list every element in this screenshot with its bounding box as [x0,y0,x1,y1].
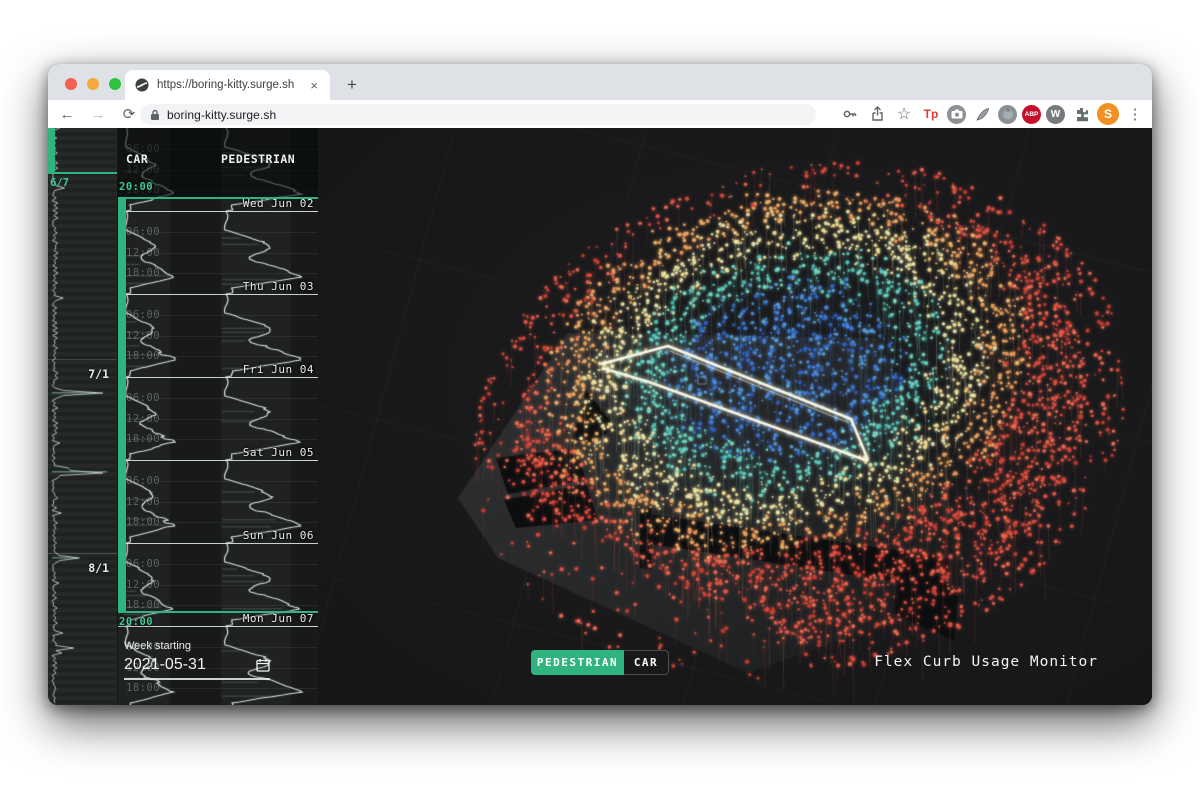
window-minimize-button[interactable] [87,78,99,90]
lock-icon [150,109,160,121]
new-tab-button[interactable]: + [340,73,364,97]
month-label: 8/1 [88,561,109,575]
day-separator-line [118,211,318,212]
marker-time-top: 20:00 [119,181,153,193]
window-zoom-button[interactable] [109,78,121,90]
mode-toggle: PEDESTRIAN CAR [531,650,669,675]
sidebar-now-line [48,172,117,174]
sidebar-sparkline [48,128,118,705]
ext-tp-icon[interactable]: Tp [920,103,942,125]
viewport-indicator[interactable] [48,128,55,172]
month-separator [48,359,117,360]
browser-window: https://boring-kitty.surge.sh × + ← → ⟳ … [48,64,1152,705]
tab-strip: https://boring-kitty.surge.sh × + [48,64,1152,100]
marker-line-top [118,197,318,199]
day-label: Sat Jun 05 [243,446,314,459]
pedestrian-column-header: PEDESTRIAN [221,152,295,166]
timeline-sidebar[interactable]: 6/7 7/1 8/1 [48,128,118,705]
day-label: Mon Jun 07 [243,612,314,625]
pointcloud-canvas[interactable] [318,128,1152,705]
reload-button[interactable]: ⟳ [117,105,141,123]
extensions-puzzle-icon[interactable] [1070,103,1092,125]
toggle-pedestrian-button[interactable]: PEDESTRIAN [531,650,624,675]
day-label: Thu Jun 03 [243,280,314,293]
viz-area[interactable]: PEDESTRIAN CAR Flex Curb Usage Monitor [318,128,1152,705]
browser-menu-icon[interactable]: ⋮ [1124,103,1146,125]
car-column-header: CAR [126,152,148,166]
week-detail-panel[interactable]: 06:0012:0018:0006:0012:0018:0006:0012:00… [118,128,318,705]
day-label: Sun Jun 06 [243,529,314,542]
ext-camera-icon[interactable] [947,105,966,124]
toggle-car-button[interactable]: CAR [624,650,669,675]
forward-button[interactable]: → [86,106,110,123]
week-start-input[interactable]: 2021-05-31 [124,656,206,674]
sidebar-now-label: 6/7 [50,177,69,189]
back-button[interactable]: ← [55,106,79,123]
bookmark-star-icon[interactable]: ☆ [893,103,915,125]
password-key-icon[interactable] [839,103,861,125]
selected-range-bar [118,198,126,612]
day-separator-line [118,377,318,378]
ext-tomato-icon[interactable] [998,105,1017,124]
month-separator [48,553,117,554]
profile-avatar[interactable]: S [1097,103,1119,125]
toolbar-icons: ☆ Tp ABP W S ⋮ [839,100,1146,128]
share-icon[interactable] [866,103,888,125]
window-close-button[interactable] [65,78,77,90]
browser-toolbar: ← → ⟳ boring-kitty.surge.sh ☆ Tp [48,100,1152,128]
week-date-picker: Week starting 2021-05-31 [124,640,270,680]
month-label: 7/1 [88,367,109,381]
week-starting-label: Week starting [124,640,270,652]
url-text: boring-kitty.surge.sh [167,108,276,122]
calendar-icon[interactable] [256,658,270,672]
marker-line-bottom [118,611,318,613]
day-separator-line [118,460,318,461]
ext-abp-icon[interactable]: ABP [1022,105,1041,124]
day-separator-line [118,294,318,295]
tab-title: https://boring-kitty.surge.sh [157,79,308,91]
browser-tab[interactable]: https://boring-kitty.surge.sh × [125,70,330,100]
day-separator-line [118,543,318,544]
site-favicon-icon [135,78,149,92]
page-content: 6/7 7/1 8/1 06:0012:0018:0006:0012:0018:0… [48,128,1152,705]
app-title: Flex Curb Usage Monitor [874,654,1098,670]
tab-close-icon[interactable]: × [308,79,320,92]
ext-w-icon[interactable]: W [1046,105,1065,124]
date-underline [124,678,270,680]
marker-time-bottom: 20:00 [119,616,153,628]
address-bar[interactable]: boring-kitty.surge.sh [140,104,816,125]
ext-feather-icon[interactable] [971,103,993,125]
day-label: Fri Jun 04 [243,363,314,376]
